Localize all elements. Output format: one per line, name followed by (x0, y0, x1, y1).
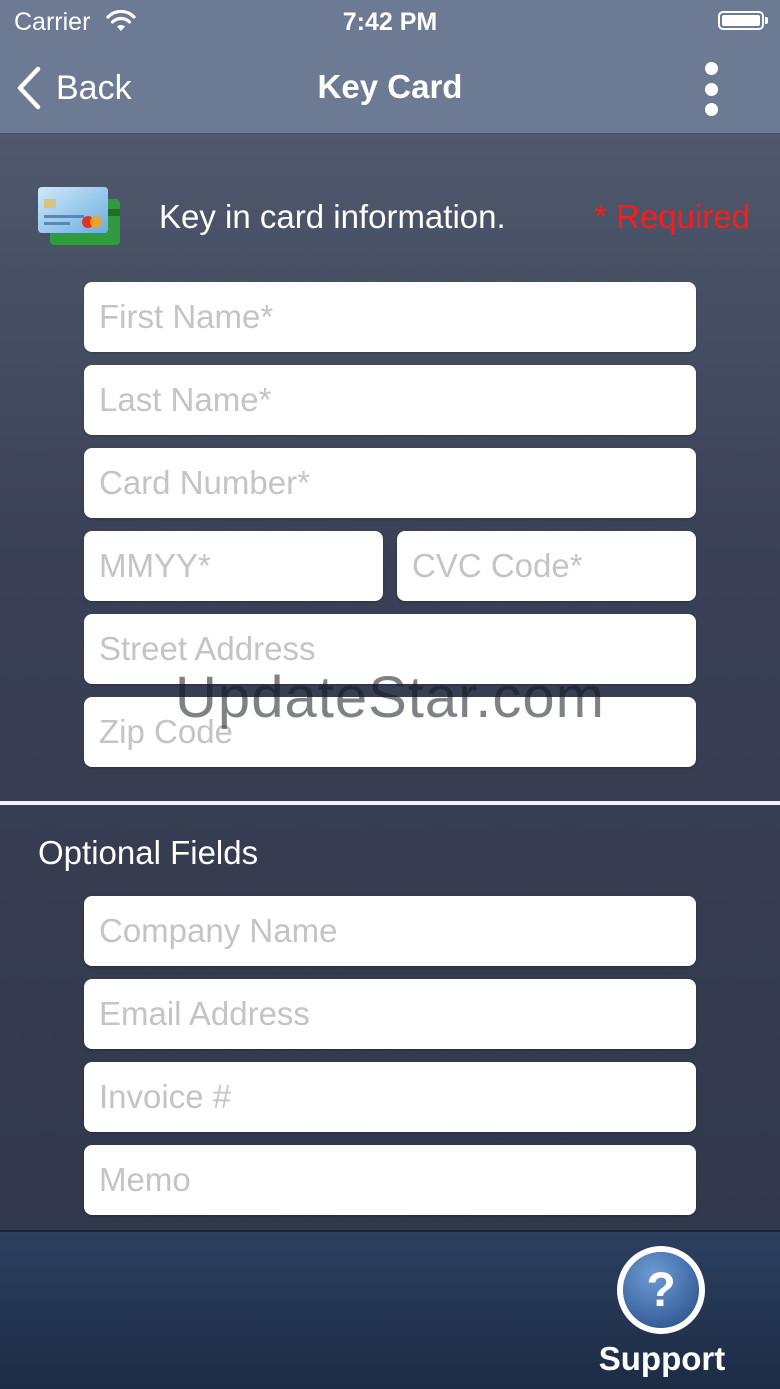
invoice-number-field[interactable] (84, 1062, 696, 1132)
svg-text:?: ? (646, 1264, 675, 1317)
card-info-header: Key in card information. * Required (0, 180, 780, 250)
instruction-text: Key in card information. (159, 198, 506, 235)
page-title: Key Card (317, 68, 463, 105)
question-mark-icon: ? (617, 1246, 705, 1334)
nav-bar: Back Key Card (0, 44, 780, 134)
more-dots-icon-dot (704, 82, 718, 96)
zip-code-field[interactable] (84, 697, 696, 767)
status-bar: Carrier 7:42 PM (0, 0, 780, 44)
more-menu-button[interactable] (696, 62, 726, 116)
battery-icon (718, 11, 768, 30)
support-button[interactable]: ? Support (592, 1244, 732, 1384)
support-label: Support (598, 1340, 726, 1377)
street-address-field[interactable] (84, 614, 696, 684)
bottom-toolbar: ? Support (0, 1230, 780, 1389)
more-dots-icon (704, 62, 718, 75)
clock: 7:42 PM (342, 8, 438, 36)
expiry-field[interactable] (84, 531, 383, 601)
required-note: * Required (594, 198, 750, 235)
optional-fields-title: Optional Fields (38, 834, 259, 871)
first-name-field[interactable] (84, 282, 696, 352)
cvc-field[interactable] (397, 531, 696, 601)
memo-field[interactable] (84, 1145, 696, 1215)
last-name-field[interactable] (84, 365, 696, 435)
more-dots-icon-dot (704, 103, 718, 116)
company-name-field[interactable] (84, 896, 696, 966)
email-address-field[interactable] (84, 979, 696, 1049)
section-divider (0, 801, 780, 805)
card-number-field[interactable] (84, 448, 696, 518)
credit-cards-icon (38, 187, 120, 245)
